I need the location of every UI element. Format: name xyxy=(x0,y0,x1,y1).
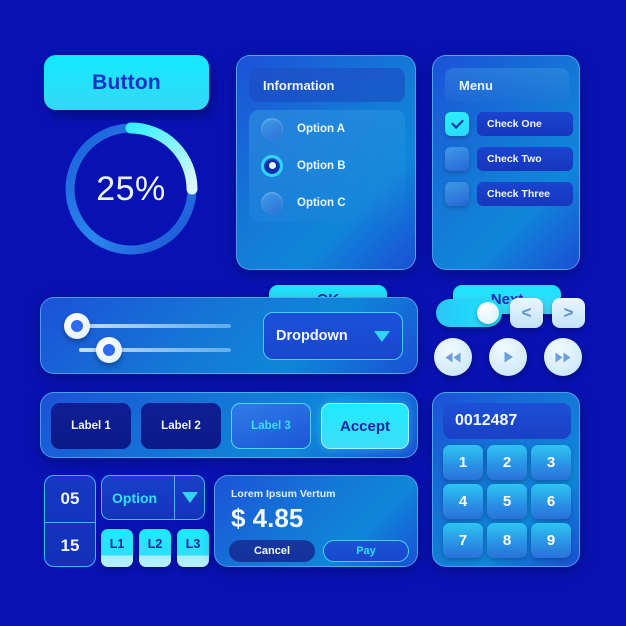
stepper-bottom-value[interactable]: 15 xyxy=(45,522,95,566)
previous-button[interactable]: < xyxy=(510,298,543,328)
chevron-down-icon xyxy=(174,476,204,519)
information-card: Information Option A Option B Option C O… xyxy=(236,55,416,314)
radio-option-c[interactable]: Option C xyxy=(249,184,405,221)
number-stepper: 05 15 xyxy=(44,475,96,567)
checkbox-checked-icon[interactable] xyxy=(445,112,469,136)
radio-option-a[interactable]: Option A xyxy=(249,110,405,147)
payment-card: Lorem Ipsum Vertum $ 4.85 Cancel Pay xyxy=(214,475,418,567)
progress-ring: 25% xyxy=(60,118,202,260)
ui-kit-canvas: Button 25% Information Option A Option B… xyxy=(0,0,626,626)
fast-forward-button[interactable] xyxy=(544,338,582,376)
stepper-top-value[interactable]: 05 xyxy=(45,476,95,522)
check-row-three[interactable]: Check Three xyxy=(445,182,573,206)
keypad-key-4[interactable]: 4 xyxy=(443,484,483,519)
slider-panel: Dropdown xyxy=(40,297,418,374)
chevron-down-icon xyxy=(374,330,390,342)
radio-label: Option C xyxy=(297,196,346,209)
main-button[interactable]: Button xyxy=(44,55,209,110)
label-chip-2[interactable]: Label 2 xyxy=(141,403,221,449)
menu-card: Menu Check One Check Two Check Three Nex… xyxy=(432,55,580,314)
dropdown-value: Dropdown xyxy=(276,328,348,344)
check-label: Check Three xyxy=(477,182,573,206)
checkbox-icon[interactable] xyxy=(445,182,469,206)
keypad-key-1[interactable]: 1 xyxy=(443,445,483,480)
keypad-key-8[interactable]: 8 xyxy=(487,523,527,558)
label-chip-3[interactable]: Label 3 xyxy=(231,403,311,449)
keypad-key-9[interactable]: 9 xyxy=(531,523,571,558)
keypad-grid: 1 2 3 4 5 6 7 8 9 xyxy=(443,445,571,558)
checkbox-icon[interactable] xyxy=(445,147,469,171)
radio-label: Option A xyxy=(297,122,346,135)
label-chip-1[interactable]: Label 1 xyxy=(51,403,131,449)
l1-button[interactable]: L1 xyxy=(101,529,133,567)
keypad-key-6[interactable]: 6 xyxy=(531,484,571,519)
cancel-button[interactable]: Cancel xyxy=(229,540,315,562)
option-select[interactable]: Option xyxy=(101,475,205,520)
fast-forward-icon xyxy=(555,352,571,362)
radio-label: Option B xyxy=(297,159,346,172)
radio-group: Option A Option B Option C xyxy=(249,110,405,222)
payment-amount: $ 4.85 xyxy=(231,503,304,533)
radio-selected-icon[interactable] xyxy=(261,154,283,177)
slider-handle-2[interactable] xyxy=(96,337,122,363)
l3-button[interactable]: L3 xyxy=(177,529,209,567)
l2-button[interactable]: L2 xyxy=(139,529,171,567)
check-label: Check One xyxy=(477,112,573,136)
slider-handle-1[interactable] xyxy=(64,313,90,339)
check-row-one[interactable]: Check One xyxy=(445,112,573,136)
slider-track-1[interactable] xyxy=(79,324,231,328)
accept-button[interactable]: Accept xyxy=(321,403,409,449)
radio-icon[interactable] xyxy=(261,117,283,140)
keypad-key-2[interactable]: 2 xyxy=(487,445,527,480)
keypad-key-5[interactable]: 5 xyxy=(487,484,527,519)
toggle-switch[interactable] xyxy=(436,299,502,327)
option-select-value: Option xyxy=(112,489,158,506)
play-button[interactable] xyxy=(489,338,527,376)
radio-option-b[interactable]: Option B xyxy=(249,147,405,184)
information-card-title: Information xyxy=(249,68,405,102)
labels-panel: Label 1 Label 2 Label 3 Accept xyxy=(40,392,418,458)
next-arrow-button[interactable]: > xyxy=(552,298,585,328)
keypad-key-3[interactable]: 3 xyxy=(531,445,571,480)
rewind-button[interactable] xyxy=(434,338,472,376)
dropdown-select[interactable]: Dropdown xyxy=(263,312,403,360)
payment-title: Lorem Ipsum Vertum xyxy=(231,488,336,500)
progress-value-label: 25% xyxy=(96,169,166,208)
menu-card-title: Menu xyxy=(445,68,569,102)
keypad-display[interactable]: 0012487 xyxy=(443,403,571,439)
rewind-icon xyxy=(445,352,461,362)
pay-button[interactable]: Pay xyxy=(323,540,409,562)
check-label: Check Two xyxy=(477,147,573,171)
radio-icon[interactable] xyxy=(261,191,283,214)
check-row-two[interactable]: Check Two xyxy=(445,147,573,171)
keypad-key-7[interactable]: 7 xyxy=(443,523,483,558)
play-icon xyxy=(504,351,513,363)
keypad-panel: 0012487 1 2 3 4 5 6 7 8 9 xyxy=(432,392,580,567)
